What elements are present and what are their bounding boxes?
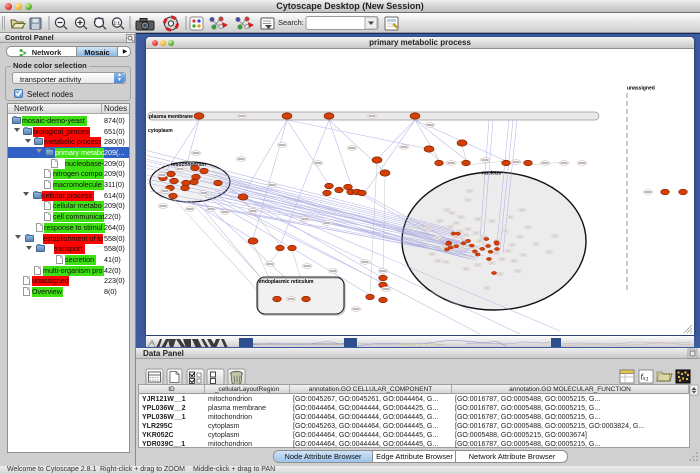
svg-text:fₓ₁: fₓ₁ [641, 373, 649, 382]
svg-text:plasma membrane: plasma membrane [149, 114, 193, 120]
svg-text:endoplasmic reticulum: endoplasmic reticulum [259, 279, 314, 285]
svg-text:cytoplasm: cytoplasm [148, 128, 173, 134]
svg-text:1:1: 1:1 [114, 21, 121, 26]
svg-text:Search:: Search: [278, 18, 304, 27]
svg-text:unassigned: unassigned [627, 86, 655, 92]
